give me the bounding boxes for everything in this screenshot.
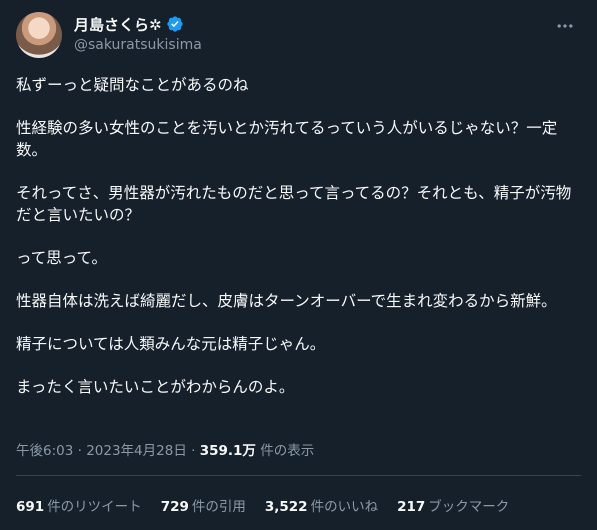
more-options-icon[interactable] bbox=[555, 16, 575, 36]
tweet-header: 月島さくら✲ @sakuratsukisima bbox=[16, 12, 581, 62]
tweet-meta: 午後6:03 · 2023年4月28日 · 359.1万 件の表示 bbox=[16, 439, 314, 459]
retweets-count: 691 bbox=[16, 499, 45, 515]
bookmarks-label: ブックマーク bbox=[428, 499, 510, 515]
retweets-label: 件のリツイート bbox=[47, 499, 142, 515]
quotes-stat[interactable]: 729 件の引用 bbox=[161, 495, 246, 515]
quotes-label: 件の引用 bbox=[191, 499, 246, 515]
tweet-paragraph: それってさ、男性器が汚れたものだと思って言ってるの？それとも、精子が汚物だと言い… bbox=[16, 184, 572, 224]
views-count: 359.1万 bbox=[199, 443, 256, 459]
divider bbox=[16, 475, 581, 476]
handle[interactable]: @sakuratsukisima bbox=[74, 37, 202, 53]
views-label: 件の表示 bbox=[260, 443, 315, 459]
tweet-paragraph: 精子については人類みんな元は精子じゃん。 bbox=[16, 335, 326, 353]
meta-separator: · bbox=[191, 443, 196, 459]
timestamp[interactable]: 午後6:03 · 2023年4月28日 bbox=[16, 443, 187, 459]
tweet-paragraph: まったく言いたいことがわからんのよ。 bbox=[16, 378, 295, 396]
verified-badge-icon bbox=[166, 16, 183, 32]
tweet-paragraph: 私ずーっと疑問なことがあるのね bbox=[16, 76, 249, 94]
tweet-paragraph: 性器自体は洗えば綺麗だし、皮膚はターンオーバーで生まれ変わるから新鮮。 bbox=[16, 292, 557, 310]
bookmarks-stat[interactable]: 217 ブックマーク bbox=[397, 495, 509, 515]
bookmarks-count: 217 bbox=[397, 499, 426, 515]
display-name[interactable]: 月島さくら✲ bbox=[74, 14, 162, 35]
tweet-paragraph: 性経験の多い女性のことを汚いとか汚れてるっていう人がいるじゃない？一定数。 bbox=[16, 119, 558, 159]
author-info: 月島さくら✲ @sakuratsukisima bbox=[74, 14, 202, 54]
tweet-paragraph: って思って。 bbox=[16, 249, 107, 267]
retweets-stat[interactable]: 691 件のリツイート bbox=[16, 495, 142, 515]
tweet-text: 私ずーっと疑問なことがあるのね 性経験の多い女性のことを汚いとか汚れてるっていう… bbox=[16, 74, 581, 419]
likes-count: 3,522 bbox=[264, 499, 308, 515]
engagement-stats: 691 件のリツイート 729 件の引用 3,522 件のいいね 217 ブックマーク bbox=[16, 495, 509, 515]
quotes-count: 729 bbox=[160, 499, 189, 515]
tweet: 月島さくら✲ @sakuratsukisima 私ずーっと疑問なことがあるのね … bbox=[0, 0, 597, 530]
likes-stat[interactable]: 3,522 件のいいね bbox=[265, 495, 378, 515]
avatar[interactable] bbox=[16, 12, 62, 58]
name-row: 月島さくら✲ bbox=[74, 14, 202, 34]
likes-label: 件のいいね bbox=[310, 499, 379, 515]
